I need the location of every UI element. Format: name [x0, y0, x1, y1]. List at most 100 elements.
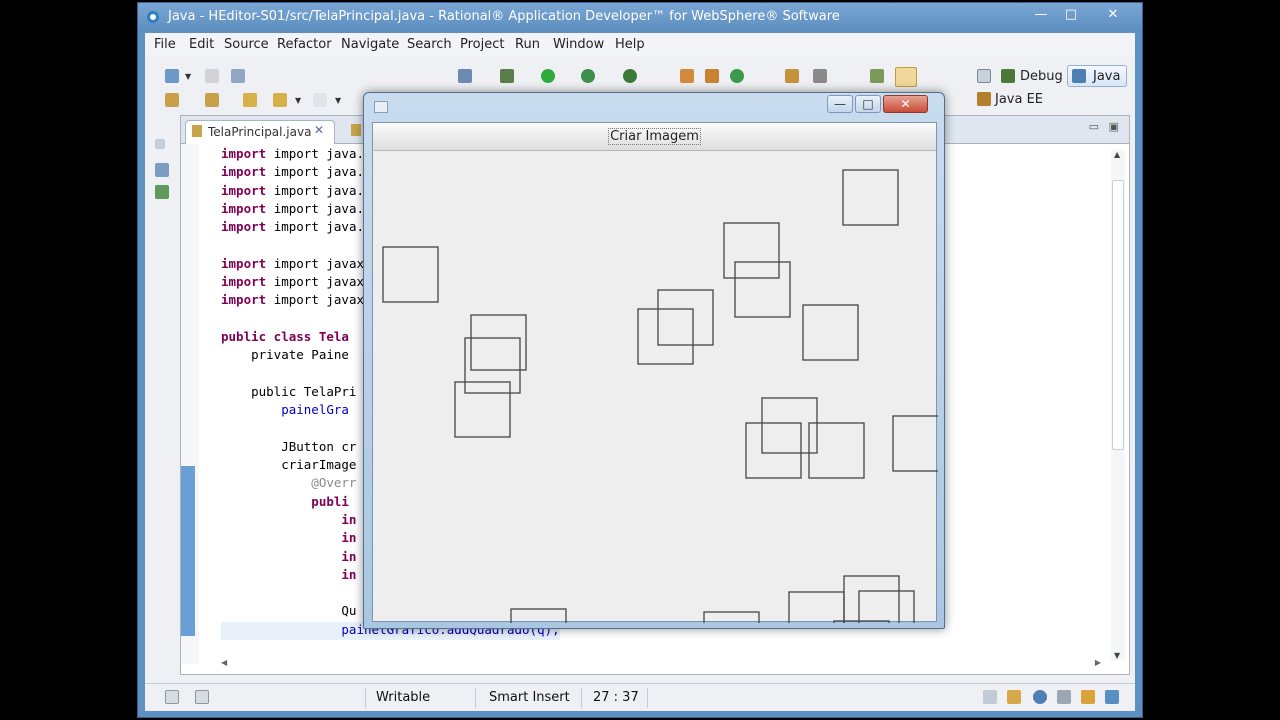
prev-annotation-icon[interactable]: [205, 93, 219, 107]
chevron-down-icon[interactable]: ▼: [185, 72, 191, 81]
square-shape: [723, 222, 780, 279]
app-icon: [147, 11, 159, 23]
menu-project[interactable]: Project: [460, 37, 504, 52]
menu-search[interactable]: Search: [407, 37, 452, 52]
square-shape: [745, 422, 802, 479]
open-perspective-icon[interactable]: [977, 69, 991, 83]
scrollbar-thumb[interactable]: [1112, 180, 1124, 450]
tab-label: TelaPrincipal.java: [208, 125, 312, 139]
menu-window[interactable]: Window: [553, 37, 604, 52]
scroll-up-icon[interactable]: ▲: [1114, 150, 1120, 159]
maximize-view-icon[interactable]: ▣: [1109, 120, 1119, 133]
menu-file[interactable]: File: [154, 37, 176, 52]
status-bar: Writable Smart Insert 27 : 37: [145, 683, 1135, 711]
view-menu-icon[interactable]: [983, 690, 997, 704]
trim-view-icon[interactable]: [195, 690, 209, 704]
mail-icon[interactable]: [1033, 690, 1047, 704]
print-icon[interactable]: [231, 69, 245, 83]
criar-imagem-label: Criar Imagem: [608, 128, 701, 145]
square-shape: [734, 261, 791, 318]
java-ee-perspective-icon: [977, 92, 991, 106]
minimize-view-icon[interactable]: ▭: [1089, 120, 1099, 133]
dialog-maximize-button[interactable]: □: [855, 95, 881, 113]
status-separator: [365, 688, 366, 708]
java-file-icon: [192, 125, 202, 137]
chevron-down-icon[interactable]: ▼: [335, 96, 341, 105]
scroll-right-icon[interactable]: ▶: [1095, 658, 1101, 667]
menu-help[interactable]: Help: [615, 37, 645, 52]
horizontal-scrollbar[interactable]: ◀ ▶: [221, 658, 1101, 670]
problems-icon[interactable]: [1081, 690, 1095, 704]
window-title: Java - HEditor-S01/src/TelaPrincipal.jav…: [168, 9, 840, 24]
scroll-left-icon[interactable]: ◀: [221, 658, 227, 667]
hierarchy-icon[interactable]: [155, 185, 169, 199]
maximize-button[interactable]: □: [1058, 5, 1084, 25]
package-explorer-icon[interactable]: [155, 163, 169, 177]
new-class-icon[interactable]: [705, 69, 719, 83]
dialog-close-button[interactable]: ✕: [883, 95, 928, 113]
square-shape: [510, 608, 567, 623]
external-tools-icon[interactable]: [623, 69, 637, 83]
vertical-scrollbar[interactable]: ▲ ▼: [1111, 150, 1125, 660]
square-shape: [802, 304, 859, 361]
new-icon[interactable]: [165, 69, 179, 83]
perspective-java-ee[interactable]: Java EE: [995, 92, 1043, 107]
close-button[interactable]: ✕: [1098, 5, 1128, 25]
dialog-minimize-button[interactable]: —: [827, 95, 853, 113]
criar-imagem-button[interactable]: Criar Imagem: [373, 123, 936, 151]
save-icon[interactable]: [205, 69, 219, 83]
status-cursor-position: 27 : 37: [593, 690, 639, 705]
new-package-icon[interactable]: [680, 69, 694, 83]
square-shape: [657, 289, 714, 346]
debug-perspective-icon: [1001, 69, 1015, 83]
restore-icon[interactable]: [155, 139, 165, 149]
pin-icon[interactable]: [870, 69, 884, 83]
search-icon[interactable]: [813, 69, 827, 83]
menu-edit[interactable]: Edit: [189, 37, 214, 52]
square-shape: [703, 611, 760, 623]
square-shape: [470, 314, 527, 371]
refresh-icon[interactable]: [730, 69, 744, 83]
forward-icon[interactable]: [313, 93, 327, 107]
server-icon[interactable]: [458, 69, 472, 83]
next-annotation-icon[interactable]: [165, 93, 179, 107]
menu-refactor[interactable]: Refactor: [277, 37, 332, 52]
debug-bug-icon[interactable]: [500, 69, 514, 83]
drawing-canvas: [382, 169, 938, 623]
last-edit-icon[interactable]: [243, 93, 257, 107]
square-shape: [637, 308, 694, 365]
square-shape: [892, 415, 938, 472]
progress-icon[interactable]: [1105, 690, 1119, 704]
tab-telaprincipal[interactable]: TelaPrincipal.java ✕: [185, 120, 335, 144]
close-tab-icon[interactable]: ✕: [314, 123, 324, 137]
open-type-icon[interactable]: [785, 69, 799, 83]
menu-bar: File Edit Source Refactor Navigate Searc…: [145, 33, 1135, 57]
minimize-button[interactable]: —: [1028, 5, 1054, 25]
chevron-down-icon[interactable]: ▼: [295, 96, 301, 105]
back-icon[interactable]: [273, 93, 287, 107]
square-shape: [842, 169, 899, 226]
perspective-debug[interactable]: Debug: [1020, 69, 1063, 84]
scroll-down-icon[interactable]: ▼: [1114, 651, 1120, 660]
edit-toggle-icon[interactable]: [895, 67, 917, 87]
dialog-content: Criar Imagem: [372, 122, 938, 623]
status-insert-mode: Smart Insert: [489, 690, 570, 705]
menu-run[interactable]: Run: [515, 37, 540, 52]
fast-view-icon[interactable]: [165, 690, 179, 704]
perspective-java[interactable]: Java: [1093, 69, 1120, 84]
status-separator: [647, 688, 648, 708]
task-icon[interactable]: [1007, 690, 1021, 704]
status-separator: [475, 688, 476, 708]
menu-source[interactable]: Source: [224, 37, 269, 52]
square-shape: [788, 591, 845, 623]
square-shape: [843, 575, 900, 623]
java-file-icon[interactable]: [351, 124, 361, 136]
status-separator: [581, 688, 582, 708]
run-icon[interactable]: [541, 69, 555, 83]
console-icon[interactable]: [1057, 690, 1071, 704]
title-bar: Java - HEditor-S01/src/TelaPrincipal.jav…: [138, 3, 1142, 31]
menu-navigate[interactable]: Navigate: [341, 37, 399, 52]
square-shape: [382, 246, 439, 303]
square-shape: [464, 337, 521, 394]
run-history-icon[interactable]: [581, 69, 595, 83]
